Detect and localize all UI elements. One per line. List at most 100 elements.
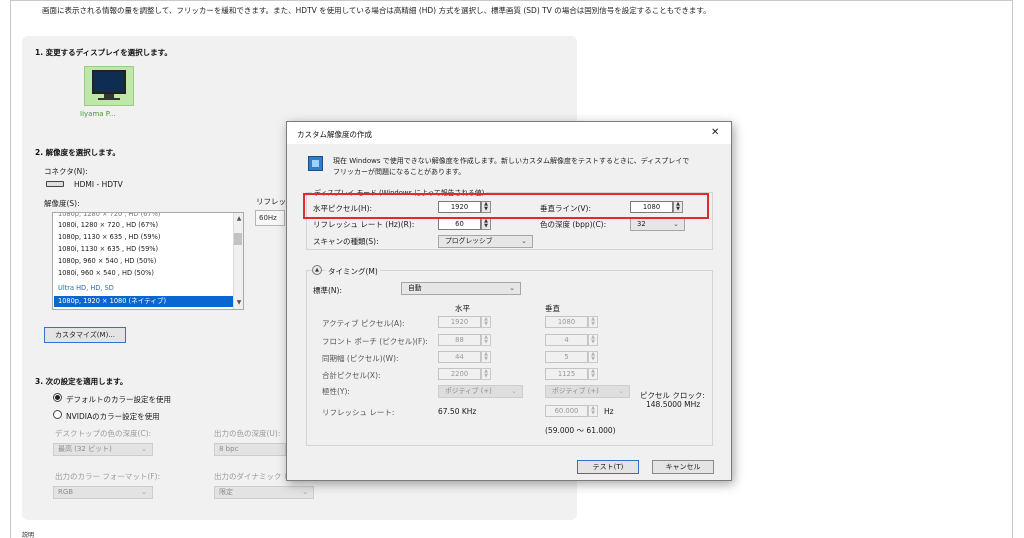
radio-dot-icon — [55, 395, 60, 400]
refresh-spinner-icon[interactable]: ▲ ▼ — [481, 218, 491, 230]
sync-width-label: 同期幅 (ピクセル)(W): — [322, 354, 399, 363]
monitor-icon — [92, 70, 126, 94]
polarity-h-value: ポジティブ (+) — [445, 387, 492, 395]
output-depth-select[interactable]: 8 bpc — [214, 443, 286, 456]
front-porch-v-spinner-icon[interactable]: ▲ ▼ — [588, 334, 598, 346]
dynamic-range-value: 限定 — [219, 488, 233, 496]
standard-label: 標準(N): — [313, 286, 342, 295]
timing-label: タイミング(M) — [326, 266, 380, 277]
chevron-down-icon: ⌄ — [302, 488, 308, 496]
scroll-down-icon[interactable]: ▼ — [234, 298, 244, 308]
front-porch-v-input[interactable]: 4 — [545, 334, 588, 346]
scrollbar-thumb[interactable] — [234, 233, 242, 245]
list-item[interactable]: 1080p, 1130 × 635 , HD (59%) — [58, 232, 233, 243]
customize-button[interactable]: カスタマイズ(M)... — [44, 327, 126, 343]
front-porch-h-input[interactable]: 88 — [438, 334, 481, 346]
chevron-down-icon: ⌄ — [509, 284, 515, 292]
window-border-left — [10, 0, 11, 538]
chevron-down-icon: ⌄ — [618, 387, 624, 395]
highlight-box — [303, 193, 709, 219]
dynamic-range-label: 出力のダイナミック レ — [214, 472, 292, 481]
scan-type-value: プログレッシブ — [445, 237, 493, 245]
polarity-v-select[interactable]: ポジティブ (+) ⌄ — [545, 385, 630, 398]
pixel-clock-value: 148.5000 MHz — [646, 400, 701, 409]
monitor-base-icon — [98, 98, 120, 100]
section-display-title: 1. 変更するディスプレイを選択します。 — [35, 48, 172, 57]
standard-select[interactable]: 自動 ⌄ — [401, 282, 521, 295]
refresh-v-spinner-icon[interactable]: ▲ ▼ — [588, 405, 598, 417]
chevron-down-icon: ⌄ — [141, 488, 147, 496]
collapse-up-icon[interactable]: ▲ — [312, 265, 322, 275]
sync-width-h-input[interactable]: 44 — [438, 351, 481, 363]
cancel-button[interactable]: キャンセル — [652, 460, 714, 474]
output-format-label: 出力のカラー フォーマット(F): — [55, 472, 161, 481]
total-v-input[interactable]: 1125 — [545, 368, 588, 380]
dynamic-range-select[interactable]: 限定 ⌄ — [214, 486, 314, 499]
active-v-input[interactable]: 1080 — [545, 316, 588, 328]
resolution-label: 解像度(S): — [44, 199, 80, 208]
dialog-description-line1: 現在 Windows で使用できない解像度を作成します。新しいカスタム解像度をテ… — [333, 157, 690, 165]
resolution-list[interactable]: 1080p, 1280 × 720 , HD (67%) 1080i, 1280… — [52, 212, 244, 310]
list-item[interactable]: 1080i, 960 × 540 , HD (50%) — [58, 268, 233, 279]
list-item-partial[interactable]: 1080p, 1280 × 720 , HD (67%) — [58, 213, 233, 220]
section-apply-title: 3. 次の設定を適用します。 — [35, 377, 128, 386]
list-item[interactable]: 1080p, 960 × 540 , HD (50%) — [58, 256, 233, 267]
radio-nvidia-label: NVIDIAのカラー設定を使用 — [66, 412, 160, 421]
window-border-right — [1012, 0, 1013, 538]
color-depth-value: 32 — [637, 220, 646, 228]
scan-type-select[interactable]: プログレッシブ ⌄ — [438, 235, 533, 248]
polarity-h-select[interactable]: ポジティブ (+) ⌄ — [438, 385, 523, 398]
total-h-spinner-icon[interactable]: ▲ ▼ — [481, 368, 491, 380]
refresh-label: リフレッシュ レート (Hz)(R): — [313, 220, 415, 229]
window-border-top — [11, 0, 1012, 1]
column-horizontal: 水平 — [455, 304, 470, 313]
connector-value: HDMI - HDTV — [74, 180, 123, 189]
front-porch-h-spinner-icon[interactable]: ▲ ▼ — [481, 334, 491, 346]
desktop-depth-label: デスクトップの色の深度(C): — [55, 429, 152, 438]
radio-nvidia-color[interactable] — [53, 410, 62, 419]
sync-width-h-spinner-icon[interactable]: ▲ ▼ — [481, 351, 491, 363]
active-h-input[interactable]: 1920 — [438, 316, 481, 328]
scroll-up-icon[interactable]: ▲ — [234, 214, 244, 224]
display-name[interactable]: Iiyama P... — [80, 110, 116, 118]
refresh-h-value: 67.50 KHz — [438, 407, 477, 416]
output-depth-label: 出力の色の深度(U): — [214, 429, 281, 438]
list-item-selected[interactable]: 1080p, 1920 × 1080 (ネイティブ) — [54, 296, 234, 307]
total-h-input[interactable]: 2200 — [438, 368, 481, 380]
radio-default-label: デフォルトのカラー設定を使用 — [66, 395, 171, 404]
dialog-description-line2: フリッカーが問題になることがあります。 — [333, 168, 466, 176]
list-category-header: Ultra HD, HD, SD — [58, 284, 114, 292]
chevron-down-icon: ⌄ — [521, 237, 527, 245]
active-h-spinner-icon[interactable]: ▲ ▼ — [481, 316, 491, 328]
display-settings-icon — [308, 156, 323, 171]
intro-description: 画面に表示される情報の量を調整して、フリッカーを緩和できます。また、HDTV を… — [42, 6, 711, 15]
close-icon[interactable]: ✕ — [711, 127, 719, 138]
output-format-select[interactable]: RGB ⌄ — [53, 486, 153, 499]
active-v-spinner-icon[interactable]: ▲ ▼ — [588, 316, 598, 328]
desktop-depth-value: 最高 (32 ビット) — [58, 445, 112, 453]
total-v-spinner-icon[interactable]: ▲ ▼ — [588, 368, 598, 380]
total-pixels-label: 合計ピクセル(X): — [322, 371, 381, 380]
dialog-title: カスタム解像度の作成 — [297, 130, 372, 139]
hdmi-connector-icon — [46, 181, 64, 187]
connector-label: コネクタ(N): — [44, 167, 88, 176]
output-format-value: RGB — [58, 488, 74, 496]
refresh-rate-select[interactable]: 60Hz — [255, 210, 285, 226]
column-vertical: 垂直 — [545, 304, 560, 313]
color-depth-label: 色の深度 (bpp)(C): — [540, 220, 607, 229]
refresh-v-input[interactable]: 60.000 — [545, 405, 588, 417]
list-item[interactable]: 1080i, 1130 × 635 , HD (59%) — [58, 244, 233, 255]
desktop-depth-select[interactable]: 最高 (32 ビット) ⌄ — [53, 443, 153, 456]
sync-width-v-input[interactable]: 5 — [545, 351, 588, 363]
color-depth-select[interactable]: 32 ⌄ — [630, 218, 685, 231]
section-resolution-title: 2. 解像度を選択します。 — [35, 148, 120, 157]
resolution-scrollbar[interactable] — [233, 213, 243, 309]
test-button[interactable]: テスト(T) — [577, 460, 639, 474]
sync-width-v-spinner-icon[interactable]: ▲ ▼ — [588, 351, 598, 363]
radio-default-color[interactable] — [53, 393, 62, 402]
active-pixels-label: アクティブ ピクセル(A): — [322, 319, 405, 328]
polarity-label: 極性(Y): — [322, 387, 350, 396]
hz-unit: Hz — [604, 407, 614, 416]
list-item[interactable]: 1080i, 1280 × 720 , HD (67%) — [58, 220, 233, 231]
refresh-input[interactable]: 60 — [438, 218, 481, 230]
